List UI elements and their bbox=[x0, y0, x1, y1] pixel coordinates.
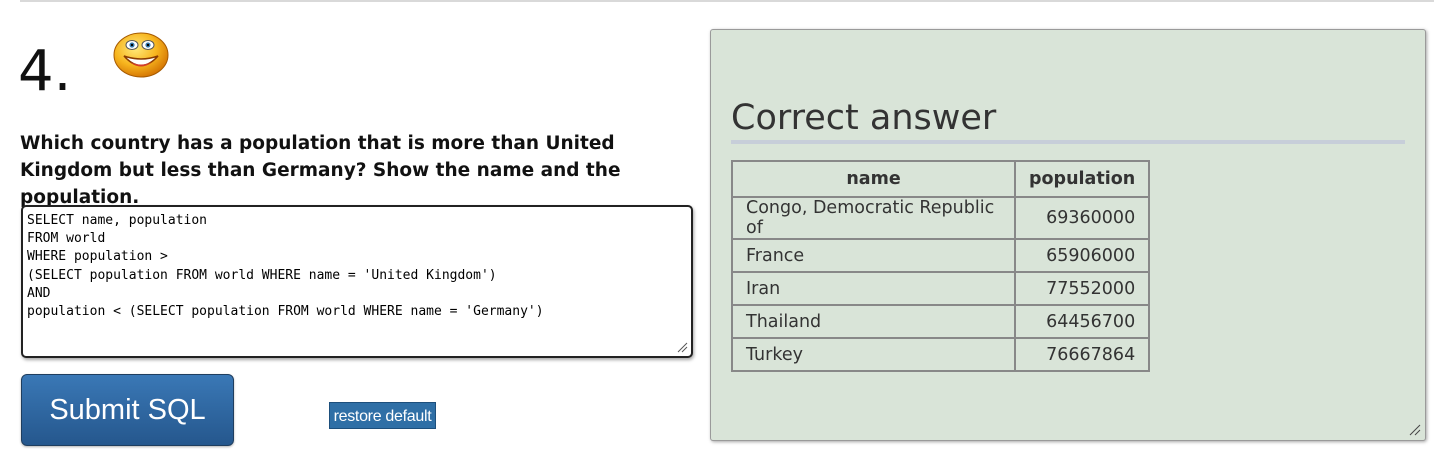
question-number: 4. bbox=[18, 39, 72, 104]
question-text: Which country has a population that is m… bbox=[20, 133, 621, 208]
column-header-name: name bbox=[731, 160, 1016, 198]
smiley-face-icon bbox=[113, 32, 169, 78]
cell-name: Congo, Democratic Republic of bbox=[731, 196, 1016, 240]
top-divider bbox=[20, 0, 1434, 2]
table-header-row: name population bbox=[731, 160, 1151, 198]
table-row: France 65906000 bbox=[731, 238, 1151, 273]
correct-answer-panel: Correct answer name population Congo, De… bbox=[710, 29, 1426, 441]
resize-grip-icon[interactable] bbox=[1409, 424, 1421, 436]
cell-name: Thailand bbox=[731, 304, 1016, 339]
cell-population: 77552000 bbox=[1013, 271, 1151, 306]
sql-code[interactable]: SELECT name, population FROM world WHERE… bbox=[23, 207, 691, 326]
resize-grip-icon[interactable] bbox=[677, 342, 688, 353]
table-row: Iran 77552000 bbox=[731, 271, 1151, 306]
answer-title: Correct answer bbox=[731, 96, 1405, 144]
cell-population: 64456700 bbox=[1013, 304, 1151, 339]
column-header-population: population bbox=[1013, 160, 1151, 198]
sql-editor[interactable]: SELECT name, population FROM world WHERE… bbox=[21, 205, 693, 358]
table-row: Turkey 76667864 bbox=[731, 337, 1151, 372]
cell-name: France bbox=[731, 238, 1016, 273]
table-row: Thailand 64456700 bbox=[731, 304, 1151, 339]
cell-population: 76667864 bbox=[1013, 337, 1151, 372]
restore-default-button[interactable]: restore default bbox=[329, 402, 436, 429]
table-row: Congo, Democratic Republic of 69360000 bbox=[731, 196, 1151, 240]
cell-population: 69360000 bbox=[1013, 196, 1151, 240]
cell-name: Iran bbox=[731, 271, 1016, 306]
cell-population: 65906000 bbox=[1013, 238, 1151, 273]
submit-sql-button[interactable]: Submit SQL bbox=[21, 374, 234, 446]
cell-name: Turkey bbox=[731, 337, 1016, 372]
answer-table: name population Congo, Democratic Republ… bbox=[731, 160, 1151, 372]
